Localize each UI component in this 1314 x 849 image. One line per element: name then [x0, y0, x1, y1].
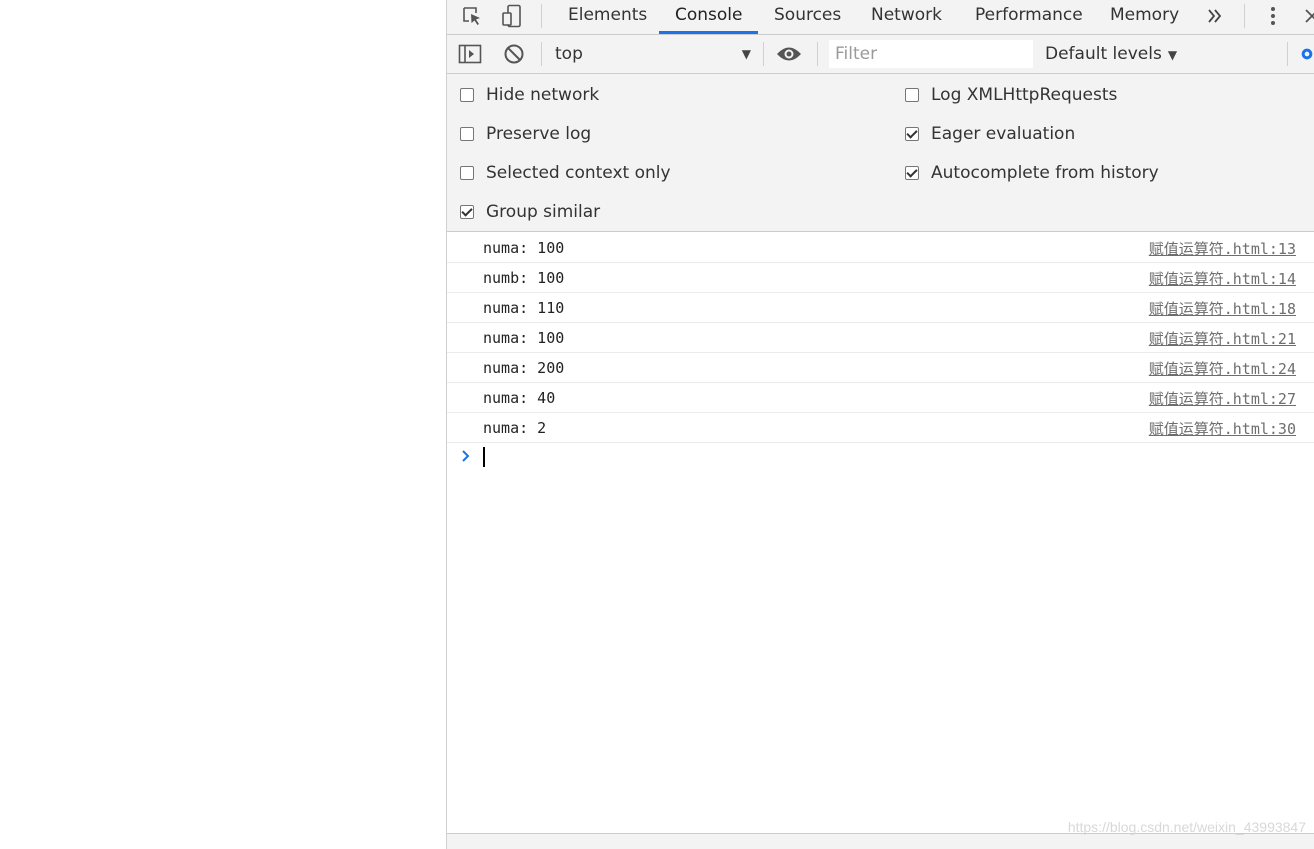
console-toolbar: top ▼ Default levels ▼ — [447, 35, 1314, 74]
source-link[interactable]: 赋值运算符.html:18 — [1149, 298, 1296, 319]
dropdown-arrow-icon: ▼ — [741, 47, 751, 61]
selected-context-only-checkbox[interactable] — [460, 166, 474, 180]
message-text: numa: 100 — [483, 239, 565, 257]
hide-network-option[interactable]: Hide network — [460, 84, 599, 106]
console-message: numa: 100 赋值运算符.html:21 — [447, 323, 1314, 353]
hide-network-checkbox[interactable] — [460, 88, 474, 102]
selected-context-only-label: Selected context only — [486, 163, 671, 183]
source-link[interactable]: 赋值运算符.html:30 — [1149, 418, 1296, 439]
tab-sources[interactable]: Sources — [758, 0, 857, 34]
source-link[interactable]: 赋值运算符.html:27 — [1149, 388, 1296, 409]
source-link[interactable]: 赋值运算符.html:24 — [1149, 358, 1296, 379]
eager-evaluation-label: Eager evaluation — [931, 124, 1076, 144]
live-expression-eye-icon[interactable] — [776, 41, 802, 67]
console-message: numa: 2 赋值运算符.html:30 — [447, 413, 1314, 443]
message-text: numa: 2 — [483, 419, 547, 437]
customize-menu-icon[interactable] — [1260, 3, 1286, 29]
hide-network-label: Hide network — [486, 85, 600, 105]
selected-context-only-option[interactable]: Selected context only — [460, 162, 671, 184]
eager-evaluation-checkbox[interactable] — [905, 127, 919, 141]
text-caret — [483, 447, 485, 467]
preserve-log-checkbox[interactable] — [460, 127, 474, 141]
inspect-element-icon[interactable] — [459, 3, 485, 29]
log-xhr-label: Log XMLHttpRequests — [931, 85, 1118, 105]
tab-memory[interactable]: Memory — [1094, 0, 1195, 34]
preserve-log-option[interactable]: Preserve log — [460, 123, 591, 145]
console-message: numa: 110 赋值运算符.html:18 — [447, 293, 1314, 323]
source-link[interactable]: 赋值运算符.html:13 — [1149, 238, 1296, 259]
tab-elements[interactable]: Elements — [552, 0, 663, 34]
clear-console-icon[interactable] — [501, 41, 527, 67]
toolbar-divider — [1244, 4, 1245, 28]
log-xhr-option[interactable]: Log XMLHttpRequests — [905, 84, 1117, 106]
group-similar-checkbox[interactable] — [460, 205, 474, 219]
console-message: numb: 100 赋值运算符.html:14 — [447, 263, 1314, 293]
autocomplete-history-option[interactable]: Autocomplete from history — [905, 162, 1159, 184]
console-messages: numa: 100 赋值运算符.html:13 numb: 100 赋值运算符.… — [447, 233, 1314, 443]
context-selector[interactable]: top ▼ — [555, 43, 751, 65]
message-text: numa: 100 — [483, 329, 565, 347]
inspected-page — [0, 0, 446, 849]
console-settings-pane: Hide network Preserve log Selected conte… — [447, 74, 1314, 232]
message-text: numa: 200 — [483, 359, 565, 377]
show-sidebar-icon[interactable] — [457, 41, 483, 67]
prompt-chevron-icon — [460, 448, 472, 468]
eager-evaluation-option[interactable]: Eager evaluation — [905, 123, 1075, 145]
group-similar-option[interactable]: Group similar — [460, 201, 600, 223]
toolbar-divider — [817, 42, 818, 66]
preserve-log-label: Preserve log — [486, 124, 592, 144]
devtools-tabbar: Elements Console Sources Network Perform… — [447, 0, 1314, 35]
console-message: numa: 100 赋值运算符.html:13 — [447, 233, 1314, 263]
tab-performance[interactable]: Performance — [959, 0, 1099, 34]
filter-input[interactable] — [829, 40, 1033, 68]
message-text: numa: 40 — [483, 389, 556, 407]
console-settings-gear-icon[interactable] — [1299, 41, 1314, 67]
dropdown-arrow-icon: ▼ — [1167, 48, 1178, 62]
source-link[interactable]: 赋值运算符.html:14 — [1149, 268, 1296, 289]
watermark: https://blog.csdn.net/weixin_43993847 — [1067, 819, 1306, 835]
context-selector-value: top — [555, 44, 583, 64]
autocomplete-history-checkbox[interactable] — [905, 166, 919, 180]
toolbar-divider — [541, 42, 542, 66]
message-text: numb: 100 — [483, 269, 565, 287]
device-toolbar-icon[interactable] — [499, 3, 525, 29]
log-levels-label: Default levels — [1045, 44, 1162, 64]
console-message: numa: 200 赋值运算符.html:24 — [447, 353, 1314, 383]
toolbar-divider — [763, 42, 764, 66]
toolbar-divider — [541, 4, 542, 28]
close-devtools-icon[interactable] — [1299, 3, 1314, 29]
source-link[interactable]: 赋值运算符.html:21 — [1149, 328, 1296, 349]
console-message: numa: 40 赋值运算符.html:27 — [447, 383, 1314, 413]
devtools-panel: Elements Console Sources Network Perform… — [446, 0, 1314, 849]
tab-network[interactable]: Network — [855, 0, 958, 34]
toolbar-divider — [1287, 42, 1288, 66]
console-drawer[interactable] — [447, 833, 1314, 849]
log-levels-dropdown[interactable]: Default levels ▼ — [1045, 43, 1177, 66]
autocomplete-history-label: Autocomplete from history — [931, 163, 1159, 183]
console-prompt[interactable] — [447, 443, 1314, 473]
tab-console[interactable]: Console — [659, 0, 758, 34]
log-xhr-checkbox[interactable] — [905, 88, 919, 102]
message-text: numa: 110 — [483, 299, 565, 317]
more-tabs-icon[interactable] — [1202, 3, 1228, 29]
group-similar-label: Group similar — [486, 202, 601, 222]
